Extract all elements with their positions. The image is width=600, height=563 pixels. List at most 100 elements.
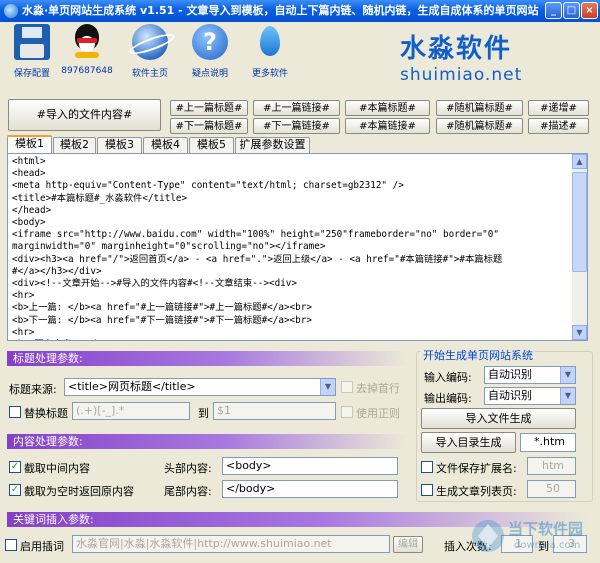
replace-to-input[interactable]: $1 (213, 402, 336, 420)
code-line[interactable]: <b>下一篇: </b><a href="#下一篇链接#">#下一篇标题#</a… (12, 315, 571, 327)
import-dir-generate-button[interactable]: 导入目录生成 (421, 432, 516, 453)
chevron-down-icon[interactable]: ▼ (560, 367, 575, 383)
title-bar: 水淼·单页网站生成系统 v1.51 - 文章导入到模板，自动上下篇内链、随机内链… (0, 0, 600, 22)
maximize-button[interactable]: □ (563, 2, 580, 19)
code-line[interactable]: <hr> (12, 327, 571, 339)
prev-title-tag-button[interactable]: #上一篇标题# (170, 100, 248, 116)
cut-middle-checkbox[interactable]: ✓ (9, 461, 21, 473)
brand-domain: shuimiao.net (400, 65, 523, 85)
chevron-down-icon[interactable]: ▼ (320, 379, 335, 395)
this-title-tag-button[interactable]: #本篇标题# (345, 100, 430, 116)
this-link-tag-button[interactable]: #本篇链接# (345, 118, 430, 134)
scroll-up-arrow-icon[interactable]: ▲ (572, 154, 587, 169)
replace-from-input[interactable]: (.+)[-_].* (72, 402, 190, 420)
output-encoding-label: 输出编码: (424, 392, 472, 405)
enable-keyword-checkbox[interactable] (5, 539, 17, 551)
code-line[interactable]: <b>上一篇: </b><a href="#上一篇链接#">#上一篇标题#</a… (12, 302, 571, 314)
output-encoding-select[interactable]: 自动识别 ▼ (484, 387, 576, 405)
title-source-value: <title>网页标题</title> (68, 380, 196, 393)
brand-logo: 水淼软件 shuimiao.net (400, 28, 600, 85)
tab-template-4[interactable]: 模板4 (143, 137, 188, 153)
random-title-tag-button[interactable]: #随机篇标题# (436, 100, 523, 116)
editor-scrollbar[interactable]: ▲ ▼ (572, 154, 587, 340)
description-tag-button[interactable]: #描述# (528, 118, 589, 134)
file-pattern-input[interactable]: *.htm (520, 433, 576, 452)
strip-first-row-checkbox[interactable] (341, 381, 353, 393)
next-title-tag-button[interactable]: #下一篇标题# (170, 118, 248, 134)
homepage-button[interactable]: 软件主页 (120, 24, 180, 79)
use-regex-label: 使用正则 (356, 407, 400, 420)
help-button[interactable]: ? 疑点说明 (180, 24, 240, 79)
floppy-disk-icon (14, 24, 50, 60)
code-line[interactable]: <meta http-equiv="Content-Type" content=… (12, 180, 571, 192)
code-line[interactable]: marginwidth="0" marginheight="0"scrollin… (12, 241, 571, 253)
tail-content-input[interactable]: </body> (222, 480, 398, 498)
minimize-button[interactable]: _ (545, 2, 562, 19)
watermark-url: downxia.com (514, 540, 581, 551)
code-line[interactable]: <div><!--文章开始-->#导入的文件内容#<!--文章结束--><div… (12, 278, 571, 290)
tail-content-label: 尾部内容: (164, 485, 212, 498)
list-page-input[interactable]: 50 (527, 480, 576, 498)
keyword-list-input[interactable]: 水淼官网|水淼|水淼软件|http://www.shuimiao.net (72, 535, 390, 553)
qq-button[interactable]: 897687648 (57, 24, 117, 76)
output-encoding-value: 自动识别 (488, 389, 532, 402)
save-ext-input[interactable]: htm (527, 457, 576, 475)
import-content-tag-button[interactable]: #导入的文件内容# (8, 99, 161, 131)
use-regex-checkbox[interactable] (341, 406, 353, 418)
random-title-tag-button-2[interactable]: #随机篇标题# (436, 118, 523, 134)
enable-keyword-label: 启用插词 (20, 540, 64, 553)
cut-empty-return-label: 截取为空时返回原内容 (24, 485, 134, 498)
scroll-thumb[interactable] (572, 172, 587, 272)
watermark-text: 当下软件园 (508, 520, 584, 538)
code-line[interactable]: #</a></h3></div> (12, 266, 571, 278)
input-encoding-select[interactable]: 自动识别 ▼ (484, 366, 576, 384)
strip-first-row-label: 去掉首行 (356, 382, 400, 395)
globe-icon (132, 24, 168, 60)
help-label: 疑点说明 (191, 69, 228, 79)
code-line[interactable]: <title>#本篇标题#_水淼软件</title> (12, 193, 571, 205)
close-button[interactable]: × (581, 2, 598, 19)
next-link-tag-button[interactable]: #下一篇链接# (253, 118, 340, 134)
save-ext-checkbox[interactable] (421, 461, 433, 473)
chevron-down-icon[interactable]: ▼ (560, 388, 575, 404)
replace-title-checkbox[interactable] (9, 406, 21, 418)
brand-name: 水淼软件 (400, 34, 513, 64)
content-section-header: 内容处理参数: (7, 434, 407, 449)
edit-keywords-button[interactable]: 编辑 (393, 536, 423, 553)
code-line[interactable]: </head> (12, 205, 571, 217)
template-code-text[interactable]: <html> <head> <meta http-equiv="Content-Ty… (12, 156, 571, 340)
qq-number-label: 897687648 (61, 66, 113, 76)
code-line[interactable]: <div><h3><a href="/">返回首页</a> - <a href=… (12, 254, 571, 266)
code-line[interactable]: <hr> (12, 290, 571, 302)
scroll-down-arrow-icon[interactable]: ▼ (572, 325, 587, 340)
more-software-button[interactable]: 更多软件 (240, 24, 300, 79)
title-source-select[interactable]: <title>网页标题</title> ▼ (64, 378, 336, 396)
head-content-input[interactable]: <body> (222, 457, 398, 475)
input-encoding-label: 输入编码: (424, 371, 472, 384)
prev-link-tag-button[interactable]: #上一篇链接# (253, 100, 340, 116)
cut-middle-label: 截取中间内容 (24, 462, 90, 475)
code-line[interactable]: <h3>更多文章: </h3> (12, 339, 571, 340)
title-section-header: 标题处理参数: (7, 351, 407, 366)
question-mark-icon: ? (192, 24, 228, 60)
code-line[interactable]: <iframe src="http://www.baidu.com" width… (12, 229, 571, 241)
import-file-generate-button[interactable]: 导入文件生成 (421, 408, 576, 429)
tab-template-1[interactable]: 模板1 (7, 135, 52, 154)
list-page-label: 生成文章列表页: (436, 485, 517, 498)
tab-template-2[interactable]: 模板2 (53, 137, 96, 153)
tab-template-5[interactable]: 模板5 (189, 137, 234, 153)
save-config-label: 保存配置 (13, 69, 50, 79)
toolbar: 保存配置 897687648 软件主页 ? 疑点说明 更多软件 水淼软件 shu… (0, 22, 600, 90)
tab-extended-settings[interactable]: 扩展参数设置 (235, 137, 310, 153)
head-content-label: 头部内容: (164, 462, 212, 475)
code-line[interactable]: <body> (12, 217, 571, 229)
cut-empty-return-checkbox[interactable]: ✓ (9, 484, 21, 496)
list-page-checkbox[interactable] (421, 484, 433, 496)
window-title: 水淼·单页网站生成系统 v1.51 - 文章导入到模板，自动上下篇内链、随机内链… (22, 4, 539, 17)
increment-tag-button[interactable]: #递增# (528, 100, 589, 116)
tab-template-3[interactable]: 模板3 (97, 137, 142, 153)
code-line[interactable]: <head> (12, 168, 571, 180)
code-line[interactable]: <html> (12, 156, 571, 168)
template-editor[interactable]: <html> <head> <meta http-equiv="Content-Ty… (7, 153, 588, 341)
save-config-button[interactable]: 保存配置 (2, 24, 62, 79)
